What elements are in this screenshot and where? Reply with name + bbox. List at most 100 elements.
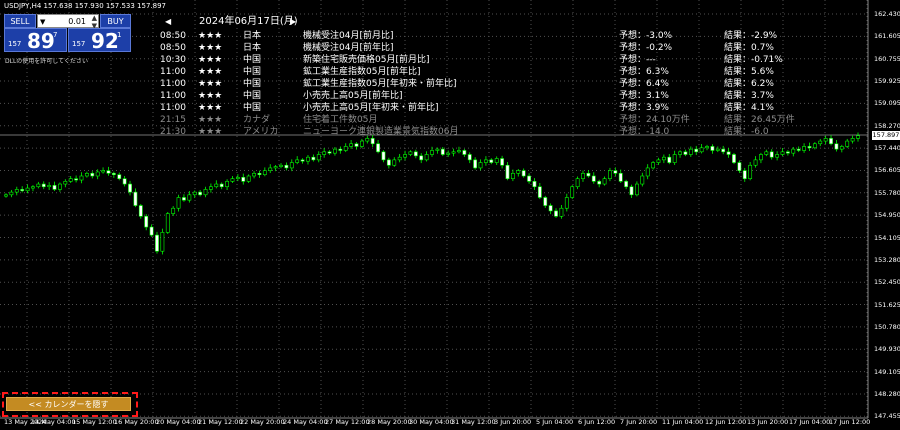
candle-body <box>462 150 467 155</box>
dropdown-arrow-icon[interactable]: ▼ <box>40 15 45 29</box>
candle-body <box>397 156 402 161</box>
triangle-right-icon[interactable]: ▶ <box>290 15 296 29</box>
symbol-info: USDJPY,H4 157.638 157.930 157.533 157.89… <box>4 2 166 10</box>
calendar-event: 機械受注04月[前月比] <box>303 31 394 41</box>
time-tick-label: 12 Jun 12:00 <box>705 418 747 426</box>
price-tick-label: 149.105 <box>874 367 900 376</box>
candle-body <box>138 205 143 217</box>
candle-body <box>564 197 569 209</box>
candle-body <box>554 210 558 217</box>
sell-button[interactable]: SELL <box>4 14 36 28</box>
ask-price-prefix: 157 <box>72 40 86 48</box>
candle-body <box>780 151 785 155</box>
calendar-time: 11:00 <box>160 91 186 101</box>
candle-body <box>333 148 337 154</box>
candle-body <box>575 178 580 188</box>
lot-size-field[interactable]: ▼ 0.01 ▲ ▼ <box>37 14 99 30</box>
candle-body <box>52 185 57 190</box>
candle-body <box>699 147 704 153</box>
candle-body <box>678 151 682 155</box>
time-tick-label: 5 Jun 04:00 <box>536 418 574 426</box>
hide-calendar-button[interactable]: << カレンダーを隠す <box>6 397 131 411</box>
candle-body <box>295 159 300 163</box>
candle-body <box>591 175 596 182</box>
calendar-forecast: 予想：-14.0 <box>619 127 670 137</box>
candle-body <box>710 146 715 151</box>
calendar-event: 機械受注04月[前年比] <box>303 43 394 53</box>
candle-body <box>176 197 181 209</box>
candle-body <box>36 183 41 188</box>
calendar-country: 中国 <box>243 79 262 89</box>
candle-body <box>235 177 240 179</box>
candle-body <box>408 151 413 155</box>
candle-body <box>473 159 478 169</box>
candle-body <box>300 159 305 162</box>
candle-body <box>613 170 618 174</box>
price-tick-label: 156.605 <box>874 166 900 175</box>
calendar-event: 鉱工業生産指数05月[前年比] <box>303 67 421 77</box>
calendar-country: 日本 <box>243 31 262 41</box>
price-tick-label: 149.930 <box>874 345 900 354</box>
time-tick-label: 6 Jun 12:00 <box>578 418 616 426</box>
time-tick-label: 11 Jun 04:00 <box>662 418 704 426</box>
calendar-forecast: 予想：6.3% <box>619 67 669 77</box>
candle-body <box>322 151 327 155</box>
candle-body <box>20 189 25 192</box>
candle-body <box>823 138 828 142</box>
candle-body <box>635 183 639 196</box>
calendar-stars: ★★★ <box>198 115 223 125</box>
candle-body <box>791 148 796 154</box>
candle-body <box>478 162 483 169</box>
calendar-result: 結果：-2.9% <box>724 31 778 41</box>
time-tick-label: 21 May 12:00 <box>198 418 243 426</box>
candle-body <box>802 146 806 151</box>
candle-body <box>527 175 531 182</box>
candle-body <box>359 140 364 147</box>
candle-body <box>252 173 256 177</box>
calendar-date: 2024年06月17日(月) <box>199 16 298 27</box>
candle-body <box>403 154 407 158</box>
candle-body <box>101 170 105 173</box>
candle-body <box>769 151 774 158</box>
time-tick-label: 24 May 04:00 <box>283 418 328 426</box>
price-tick-label: 152.450 <box>874 278 900 287</box>
candle-body <box>651 162 655 169</box>
candle-body <box>715 148 720 151</box>
calendar-result: 結果：3.7% <box>724 91 774 101</box>
candle-body <box>343 146 348 151</box>
candle-body <box>31 186 35 189</box>
candle-body <box>246 175 251 182</box>
candle-body <box>440 148 445 155</box>
candle-body <box>753 159 758 166</box>
candle-body <box>413 151 418 157</box>
candle-body <box>338 148 343 151</box>
candle-body <box>187 194 192 201</box>
candle-body <box>629 186 634 196</box>
calendar-event: 小売売上高05月[前年比] <box>303 91 403 101</box>
bid-price-button[interactable]: 157 89 7 <box>4 28 67 53</box>
candle-body <box>570 186 575 198</box>
candles <box>4 132 860 255</box>
candle-body <box>543 197 548 206</box>
candle-body <box>457 150 461 153</box>
candle-body <box>759 154 763 161</box>
candle-body <box>262 170 267 175</box>
candle-body <box>128 183 132 193</box>
calendar-result: 結果：6.2% <box>724 79 774 89</box>
price-tick-label: 154.105 <box>874 233 900 242</box>
candle-body <box>68 178 73 182</box>
calendar-time: 10:30 <box>160 55 186 65</box>
candle-body <box>834 143 839 150</box>
triangle-left-icon[interactable]: ◀ <box>165 15 171 29</box>
price-tick-label: 147.455 <box>874 412 900 421</box>
calendar-country: 中国 <box>243 67 262 77</box>
candle-body <box>106 170 111 174</box>
candle-body <box>79 175 84 181</box>
price-tick-label: 153.280 <box>874 255 900 264</box>
ask-price-button[interactable]: 157 92 1 <box>68 28 131 53</box>
candle-body <box>764 151 769 155</box>
time-tick-label: 3 Jun 20:00 <box>494 418 532 426</box>
buy-button[interactable]: BUY <box>100 14 131 28</box>
calendar-stars: ★★★ <box>198 79 223 89</box>
bid-price-fraction: 7 <box>53 31 58 39</box>
